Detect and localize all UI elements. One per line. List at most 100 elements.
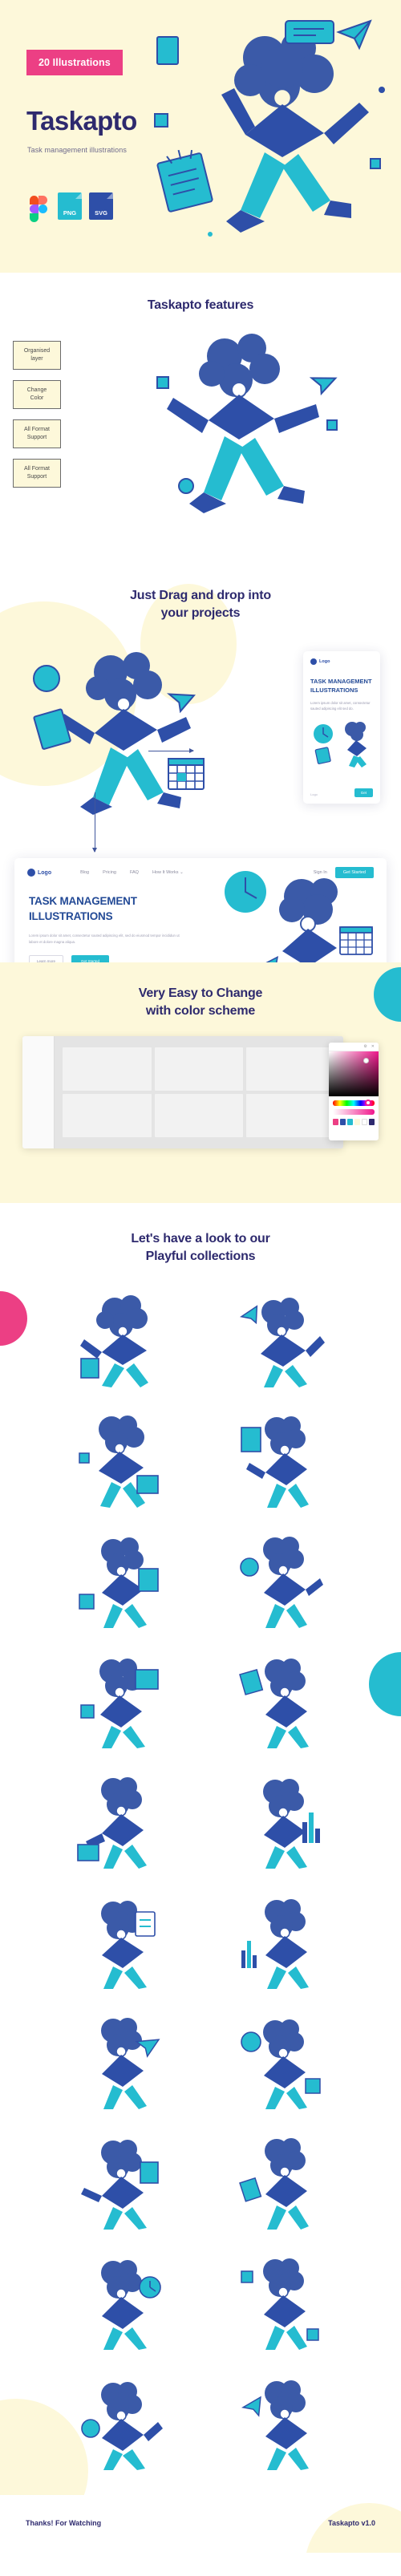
colorscheme-heading: Very Easy to Change with color scheme [0,962,401,1019]
footer-thanks-text: Thanks! For Watching [26,2519,102,2528]
hue-slider[interactable] [333,1100,375,1106]
desktop-logo[interactable]: Logo [27,869,51,877]
swatch-pink[interactable] [333,1119,338,1125]
dragdrop-heading: Just Drag and drop into your projects [0,577,401,622]
feature-label-line1: All Format [24,426,50,432]
swatch-blue[interactable] [339,1119,346,1125]
illustration-item[interactable] [209,1533,353,1629]
format-badges: PNG SVG [26,192,113,222]
color-scheme-section: Very Easy to Change with color scheme ⚙ … [0,962,401,1203]
canvas-artboard[interactable] [154,1094,244,1137]
canvas-artboard[interactable] [246,1094,335,1137]
illustration-item[interactable] [209,2375,353,2471]
features-heading: Taskapto features [147,298,254,312]
swatch-yellow[interactable] [354,1119,360,1125]
illustration-pack-presentation: 20 Illustrations Taskapto Task managemen… [0,0,401,2554]
desktop-body-text: Lorem ipsum dolor sit amet, consectetur … [29,933,180,944]
swatch-navy[interactable] [369,1119,375,1125]
dragdrop-heading-line1: Just Drag and drop into [130,589,271,602]
desktop-get-started-button[interactable]: Get Started [71,955,110,962]
color-picker-panel[interactable]: ⚙ ✕ [329,1043,379,1140]
mobile-footer-text: Logo [310,792,318,796]
nav-item-pricing[interactable]: Pricing [103,870,116,875]
illustration-item[interactable] [48,1894,192,1990]
illustration-item[interactable] [209,1894,353,1990]
collections-section: Let's have a look to our Playful collect… [0,1203,401,2496]
feature-label-line2: Color [30,395,44,401]
desktop-nav-list: Blog Pricing FAQ How It Works ⌄ [80,870,184,875]
footer-version-text: Taskapto v1.0 [328,2519,375,2528]
tool-layers-panel[interactable] [22,1036,55,1148]
illustration-item[interactable] [209,2254,353,2351]
illustration-item[interactable] [209,2134,353,2230]
format-svg: SVG [89,192,113,220]
feature-label-line1: All Format [24,465,50,472]
illustration-item[interactable] [209,1773,353,1869]
mobile-mockup: Logo TASK MANAGEMENT ILLUSTRATIONS Lorem… [303,651,380,804]
illustration-item[interactable] [48,1412,192,1509]
feature-box-change-color: Change Color [13,380,61,409]
mobile-headline: TASK MANAGEMENT ILLUSTRATIONS [310,678,373,695]
desktop-artwork [225,871,373,962]
mobile-body-text: Lorem ipsum dolor sit amet, consectetur … [310,700,371,711]
dragdrop-illustration [33,652,205,815]
mobile-logo[interactable]: Logo [310,658,373,665]
hue-slider-knob[interactable] [365,1100,371,1106]
alpha-slider[interactable] [333,1109,375,1115]
collections-heading-line2: Playful collections [145,1249,256,1263]
illustration-item[interactable] [48,1292,192,1388]
illustration-item[interactable] [209,2014,353,2110]
saturation-value-field[interactable] [329,1051,379,1096]
feature-label-line2: Support [26,474,47,480]
canvas-artboard[interactable] [154,1047,244,1091]
logo-mark-icon [27,869,35,877]
illustration-item[interactable] [48,2014,192,2110]
illustration-item[interactable] [209,1653,353,1749]
page-subtitle: Task management illustrations [27,146,127,154]
illustration-item[interactable] [48,1653,192,1749]
features-illustration [156,334,338,513]
canvas-artboard[interactable] [63,1094,152,1137]
illustration-count-badge: 20 Illustrations [26,50,123,75]
canvas-artboard[interactable] [246,1047,335,1091]
mobile-cta-button[interactable]: Get [354,788,373,797]
illustration-item[interactable] [48,1533,192,1629]
decor-footer-circle [305,2503,401,2554]
tool-canvas[interactable] [55,1036,343,1148]
design-tool-window [22,1036,343,1148]
illustration-item[interactable] [48,2254,192,2351]
swatch-teal[interactable] [346,1119,353,1125]
feature-box-list: Organised layer Change Color All Format … [13,341,61,488]
mobile-logo-text: Logo [319,659,330,664]
illustration-item[interactable] [48,2134,192,2230]
mobile-headline-line2: ILLUSTRATIONS [310,686,358,694]
nav-item-faq[interactable]: FAQ [130,870,139,875]
gear-icon[interactable]: ⚙ [363,1044,367,1049]
format-png: PNG [58,192,82,220]
nav-item-blog[interactable]: Blog [80,870,89,875]
collections-heading: Let's have a look to our Playful collect… [0,1230,401,1265]
collections-heading-line1: Let's have a look to our [131,1232,270,1245]
desktop-headline-line1: TASK MANAGEMENT [29,895,137,907]
illustration-item[interactable] [209,1412,353,1509]
feature-box-all-format-support-2: All Format Support [13,459,61,488]
mobile-headline-line1: TASK MANAGEMENT [310,678,372,685]
canvas-artboard[interactable] [63,1047,152,1091]
page-footer: Thanks! For Watching Taskapto v1.0 [0,2495,401,2554]
feature-label-line1: Change [26,387,47,393]
picker-knob[interactable] [363,1058,369,1063]
nav-item-how-it-works[interactable]: How It Works ⌄ [152,870,184,875]
close-icon[interactable]: ✕ [371,1044,375,1049]
desktop-headline-line2: ILLUSTRATIONS [29,909,113,922]
format-figma [26,192,51,222]
swatch-white[interactable] [361,1119,368,1125]
illustration-item[interactable] [48,2375,192,2471]
illustration-item[interactable] [48,1773,192,1869]
svg-file-icon: SVG [89,192,113,220]
feature-label-line1: Organised [23,347,51,354]
figma-icon [26,192,51,222]
dragdrop-heading-line2: your projects [160,606,241,620]
illustration-item[interactable] [209,1292,353,1388]
colorscheme-heading-line2: with color scheme [145,1003,256,1018]
learn-more-button[interactable]: Learn more [29,955,64,962]
